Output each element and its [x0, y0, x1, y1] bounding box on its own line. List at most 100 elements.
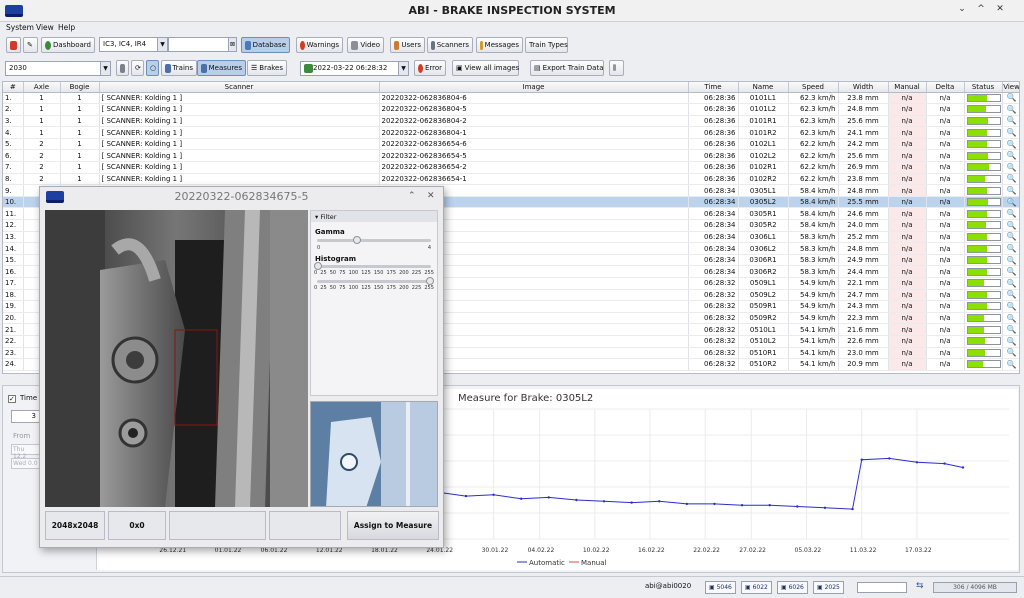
view-magnifier-icon[interactable]: 🔍: [1002, 149, 1019, 163]
brakes-button[interactable]: ☰ Brakes: [247, 60, 287, 76]
table-row[interactable]: 4. 1 1[ SCANNER: Kolding 1 ] 20220322-06283…: [3, 126, 1019, 139]
range-spinner[interactable]: 3: [11, 410, 41, 423]
column-header[interactable]: Manual: [888, 82, 927, 93]
column-header[interactable]: Image: [379, 82, 689, 93]
view-magnifier-icon[interactable]: 🔍: [1002, 92, 1019, 105]
assign-to-measure-button[interactable]: Assign to Measure: [347, 511, 439, 540]
view-magnifier-icon[interactable]: 🔍: [1002, 207, 1019, 221]
view-magnifier-icon[interactable]: 🔍: [1002, 254, 1019, 267]
export-button[interactable]: ▤ Export Train Data: [530, 60, 604, 76]
view-all-images-button[interactable]: ▣ View all images: [452, 60, 519, 76]
column-header[interactable]: Speed: [788, 82, 839, 93]
view-magnifier-icon[interactable]: 🔍: [1002, 335, 1019, 348]
menu-system[interactable]: System: [6, 23, 34, 32]
train-chip-3[interactable]: ▣ 6026: [777, 581, 808, 594]
column-header[interactable]: Scanner: [99, 82, 380, 93]
column-header[interactable]: Bogie: [60, 82, 100, 93]
menu-help[interactable]: Help: [58, 23, 75, 32]
view-magnifier-icon[interactable]: 🔍: [1002, 347, 1019, 360]
power-button[interactable]: [6, 37, 21, 53]
circle-button[interactable]: ○: [146, 60, 159, 76]
chevron-down-icon[interactable]: ▼: [100, 62, 110, 75]
table-row[interactable]: 5. 2 1[ SCANNER: Kolding 1 ] 20220322-06283…: [3, 138, 1019, 151]
view-magnifier-icon[interactable]: 🔍: [1002, 173, 1019, 186]
column-header[interactable]: Name: [738, 82, 789, 93]
chevron-down-icon[interactable]: ▼: [157, 38, 167, 51]
train-type-select[interactable]: IC3, IC4, IR4 ▼: [99, 37, 168, 52]
view-magnifier-icon[interactable]: 🔍: [1002, 231, 1019, 244]
columns-button[interactable]: ⫼: [609, 60, 624, 76]
table-row[interactable]: 2. 1 1[ SCANNER: Kolding 1 ] 20220322-06283…: [3, 103, 1019, 116]
table-row[interactable]: 8. 2 1[ SCANNER: Kolding 1 ] 20220322-06283…: [3, 173, 1019, 186]
view-magnifier-icon[interactable]: 🔍: [1002, 161, 1019, 174]
sync-icon[interactable]: ⇆: [916, 581, 924, 591]
view-magnifier-icon[interactable]: 🔍: [1002, 196, 1019, 209]
view-magnifier-icon[interactable]: 🔍: [1002, 300, 1019, 313]
view-magnifier-icon[interactable]: 🔍: [1002, 115, 1019, 128]
filter-input[interactable]: ⊠: [168, 37, 237, 52]
view-magnifier-icon[interactable]: 🔍: [1002, 289, 1019, 302]
view-magnifier-icon[interactable]: 🔍: [1002, 265, 1019, 278]
dashboard-button[interactable]: Dashboard: [41, 37, 95, 53]
view-magnifier-icon[interactable]: 🔍: [1002, 184, 1019, 197]
gamma-slider[interactable]: [352, 236, 361, 244]
column-header[interactable]: Delta: [926, 82, 965, 93]
video-button[interactable]: Video: [347, 37, 384, 53]
measures-button[interactable]: Measures: [197, 60, 246, 76]
train-chip-1[interactable]: ▣ 5046: [705, 581, 736, 594]
filter-header[interactable]: ▾ Filter: [311, 211, 437, 222]
column-header[interactable]: Time: [688, 82, 739, 93]
to-field[interactable]: Wed 0.0: [11, 458, 41, 469]
table-row[interactable]: 6. 2 1[ SCANNER: Kolding 1 ] 20220322-06283…: [3, 149, 1019, 163]
table-cell: 23.8 mm: [838, 173, 889, 186]
camera-button[interactable]: [116, 60, 129, 76]
trains-button[interactable]: Trains: [161, 60, 197, 76]
histogram-low-slider[interactable]: [314, 262, 322, 270]
histogram-high-slider[interactable]: [426, 277, 434, 285]
train-types-button[interactable]: Train Types: [525, 37, 568, 53]
warnings-button[interactable]: Warnings: [296, 37, 343, 53]
camera-icon: [120, 63, 125, 73]
from-field[interactable]: Thu 12.2: [11, 444, 41, 460]
chevron-down-icon[interactable]: ▼: [398, 62, 408, 75]
view-magnifier-icon[interactable]: 🔍: [1002, 126, 1019, 139]
dialog-close-icon[interactable]: ✕: [427, 191, 435, 201]
view-magnifier-icon[interactable]: 🔍: [1002, 242, 1019, 255]
view-magnifier-icon[interactable]: 🔍: [1002, 103, 1019, 116]
view-magnifier-icon[interactable]: 🔍: [1002, 277, 1019, 290]
column-header[interactable]: Width: [838, 82, 889, 93]
scanners-button[interactable]: Scanners: [427, 37, 473, 53]
column-header[interactable]: Status: [964, 82, 1003, 93]
status-cell: [964, 335, 1003, 348]
clear-icon[interactable]: ⊠: [228, 38, 236, 51]
table-row[interactable]: 1. 1 1[ SCANNER: Kolding 1 ] 20220322-06283…: [3, 92, 1019, 105]
train-chip-2[interactable]: ▣ 6022: [741, 581, 772, 594]
brake-image[interactable]: [45, 210, 308, 507]
close-icon[interactable]: ✕: [994, 4, 1006, 16]
error-button[interactable]: Error: [414, 60, 446, 76]
tools-button[interactable]: ✎: [23, 37, 38, 53]
view-magnifier-icon[interactable]: 🔍: [1002, 138, 1019, 151]
date-select[interactable]: 2022-03-22 06:28:32 ▼: [300, 61, 409, 76]
messages-button[interactable]: Messages: [476, 37, 523, 53]
view-magnifier-icon[interactable]: 🔍: [1002, 312, 1019, 325]
view-magnifier-icon[interactable]: 🔍: [1002, 323, 1019, 336]
image-thumbnail[interactable]: [310, 401, 438, 507]
view-magnifier-icon[interactable]: 🔍: [1002, 358, 1019, 371]
time-range-checkbox[interactable]: ✓: [8, 395, 16, 403]
train-number-select[interactable]: 2030 ▼: [5, 61, 111, 76]
dialog-collapse-icon[interactable]: ⌃: [408, 191, 416, 201]
table-row[interactable]: 3. 1 1[ SCANNER: Kolding 1 ] 20220322-06283…: [3, 115, 1019, 128]
view-magnifier-icon[interactable]: 🔍: [1002, 219, 1019, 232]
database-button[interactable]: Database: [241, 37, 290, 53]
column-header[interactable]: Axle: [23, 82, 61, 93]
column-header[interactable]: View: [1002, 82, 1019, 93]
users-button[interactable]: Users: [390, 37, 425, 53]
column-header[interactable]: #: [3, 82, 24, 93]
refresh-button[interactable]: ⟳: [131, 60, 144, 76]
maximize-icon[interactable]: ^: [975, 4, 987, 16]
train-chip-4[interactable]: ▣ 2025: [813, 581, 844, 594]
menu-view[interactable]: View: [36, 23, 54, 32]
table-row[interactable]: 7. 2 1[ SCANNER: Kolding 1 ] 20220322-06283…: [3, 161, 1019, 174]
minimize-icon[interactable]: ⌄: [956, 4, 968, 16]
